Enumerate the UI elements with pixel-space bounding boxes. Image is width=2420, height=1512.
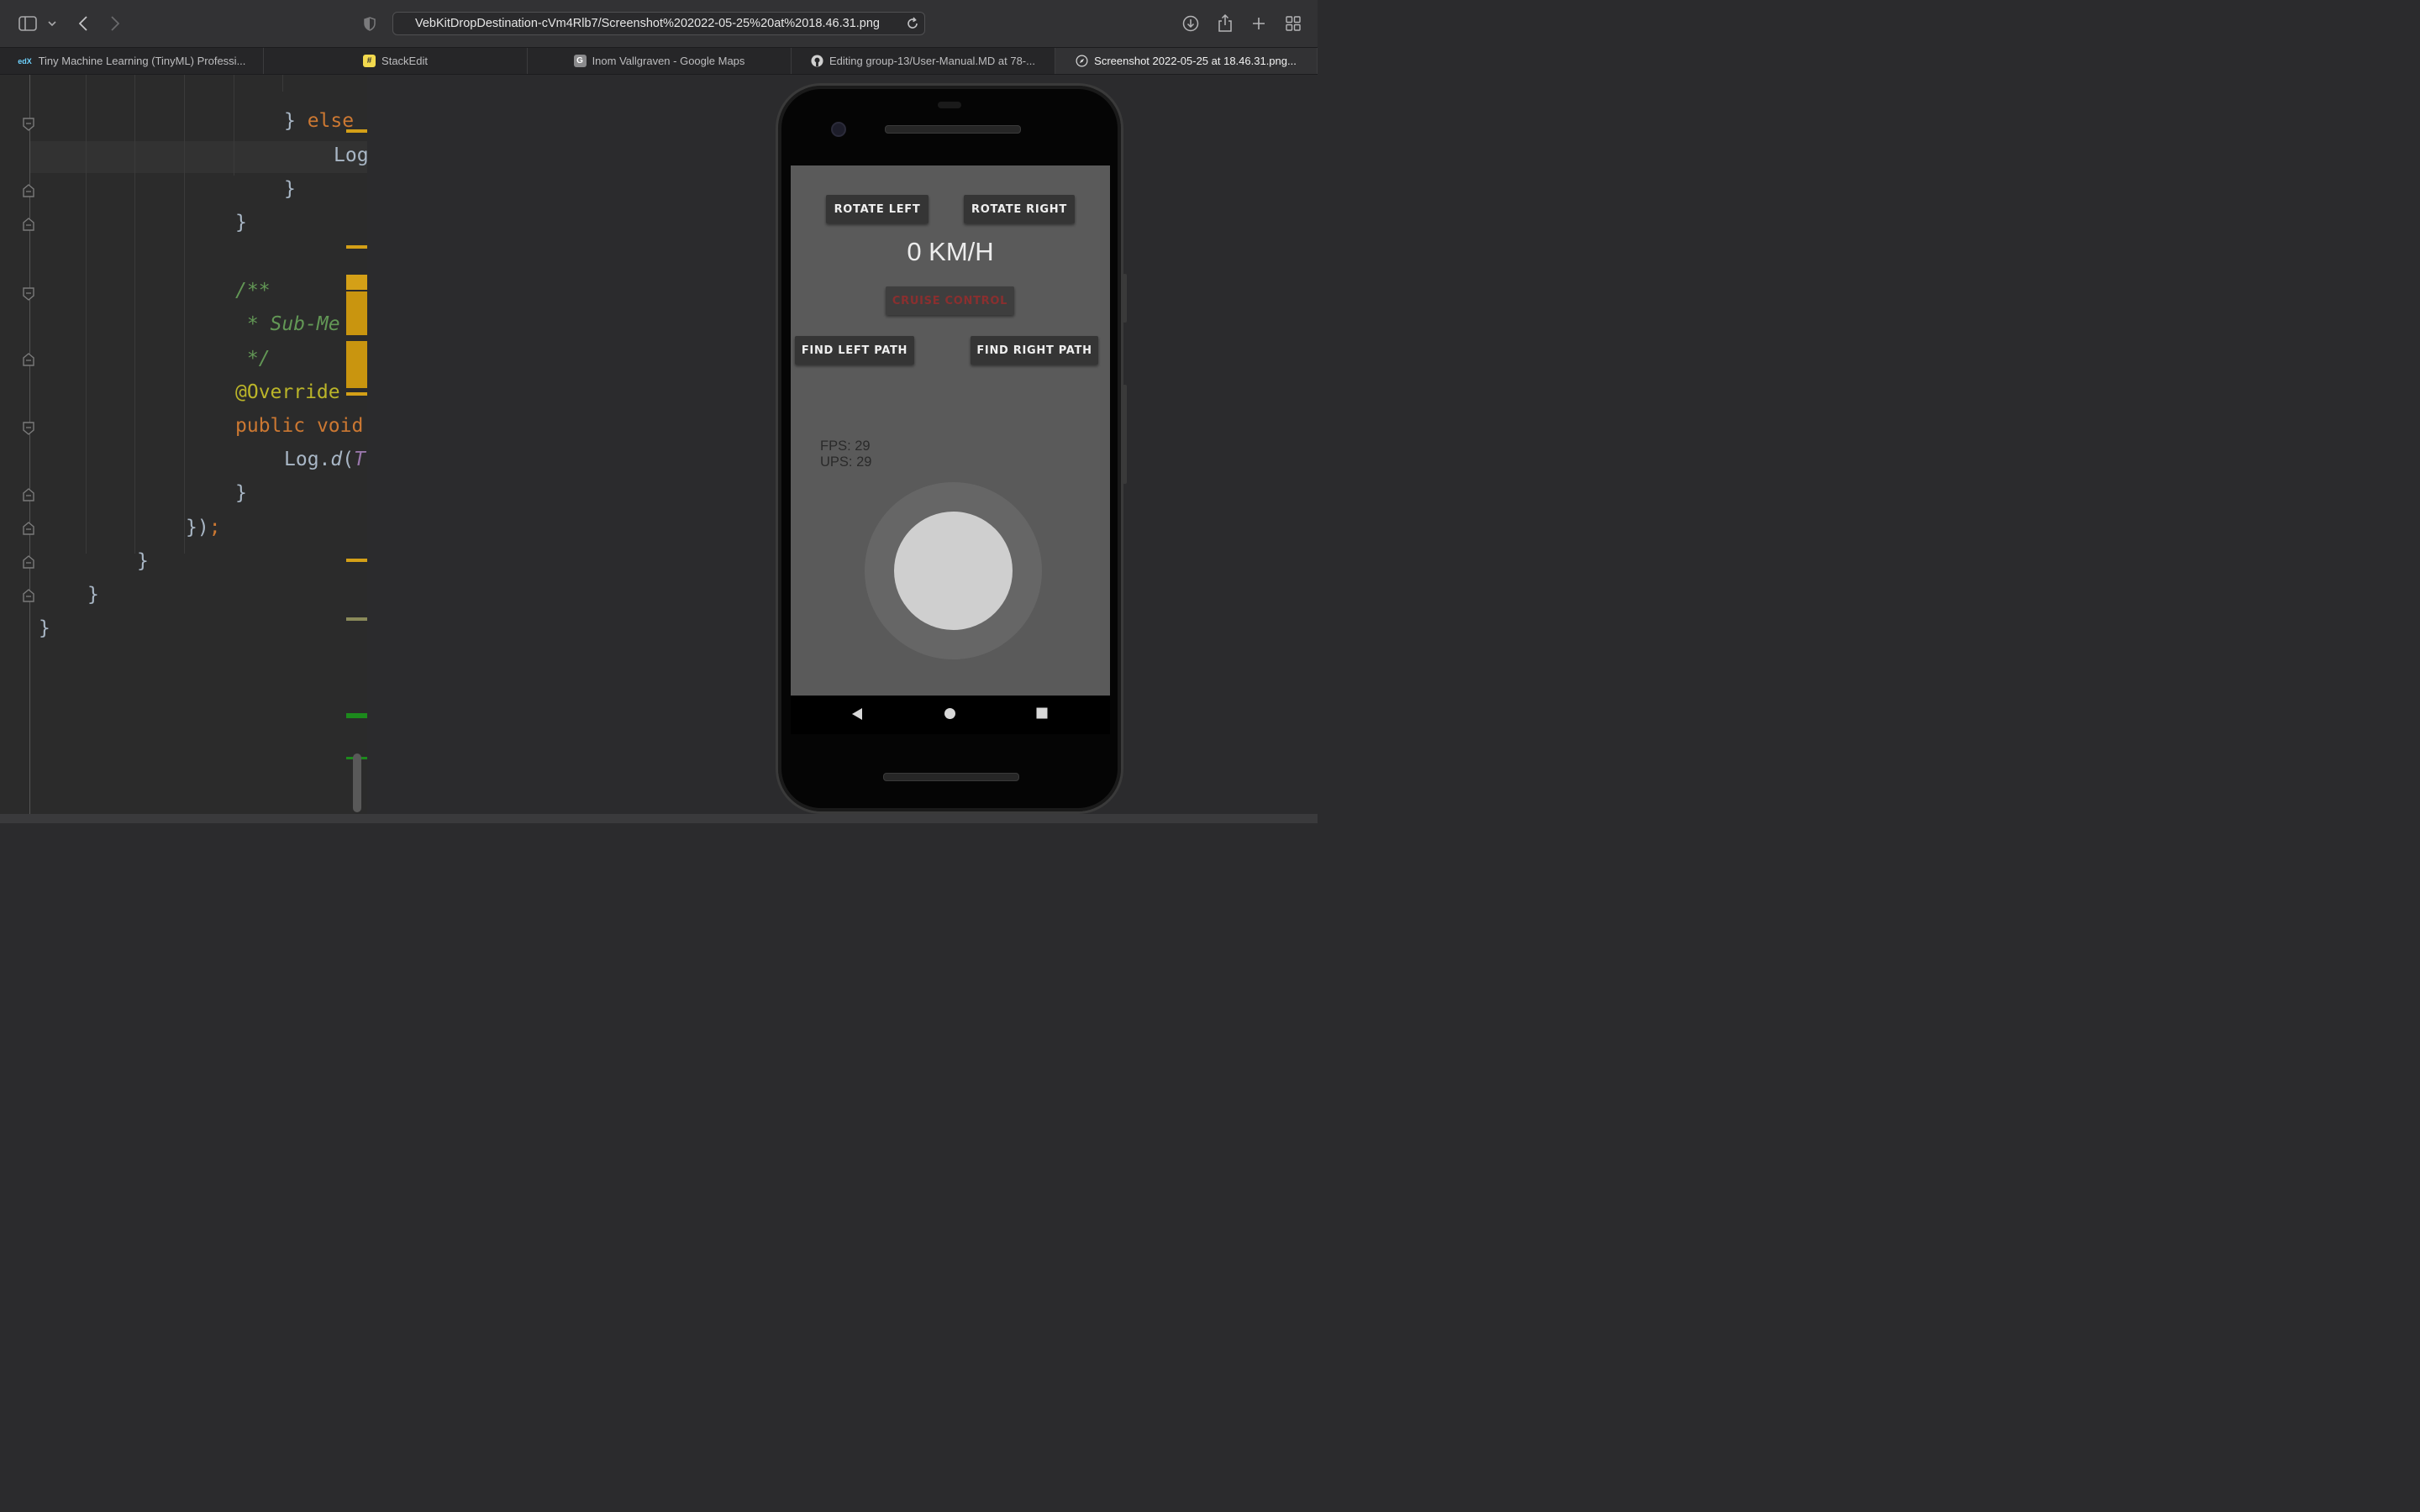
nav-recents-icon[interactable]: [1036, 707, 1048, 719]
code-line: }: [137, 550, 149, 572]
tab-tinyml[interactable]: edX Tiny Machine Learning (TinyML) Profe…: [0, 48, 264, 74]
find-right-path-button[interactable]: FIND RIGHT PATH: [971, 336, 1098, 365]
download-icon[interactable]: [1181, 12, 1201, 35]
nav-back-icon[interactable]: [851, 707, 863, 721]
shield-icon[interactable]: [362, 12, 377, 35]
edx-icon: edX: [18, 56, 32, 66]
editor-scrollbar-thumb[interactable]: [353, 753, 361, 812]
back-icon[interactable]: [76, 12, 91, 35]
code-token: public: [235, 415, 317, 437]
scroll-marker[interactable]: [346, 617, 367, 621]
fold-icon[interactable]: [23, 353, 34, 366]
url-text[interactable]: VebKitDropDestination-cVm4Rlb7/Screensho…: [415, 17, 880, 30]
code-token: void: [316, 415, 364, 437]
code-token: }: [284, 110, 308, 132]
code-comment: /**: [235, 280, 271, 302]
fold-icon[interactable]: [23, 522, 34, 535]
scroll-marker[interactable]: [346, 129, 367, 133]
fold-icon[interactable]: [23, 218, 34, 231]
current-line-highlight: [30, 141, 367, 173]
ups-label: UPS: 29: [820, 454, 872, 470]
sidebar-toggle-icon[interactable]: [17, 12, 39, 35]
code-line: }: [39, 617, 50, 639]
tab-label: Screenshot 2022-05-25 at 18.46.31.png...: [1094, 55, 1297, 67]
tab-overview-icon[interactable]: [1283, 12, 1303, 35]
new-tab-icon[interactable]: [1249, 12, 1268, 35]
scroll-marker[interactable]: [346, 713, 367, 718]
code-line: }: [87, 584, 99, 606]
chevron-down-icon[interactable]: [46, 12, 58, 35]
fps-label: FPS: 29: [820, 438, 871, 454]
tab-stackedit[interactable]: # StackEdit: [264, 48, 528, 74]
google-icon: G: [573, 55, 587, 67]
tab-label: StackEdit: [381, 55, 428, 67]
code-line: }: [284, 178, 296, 200]
code-token: T: [354, 449, 366, 470]
fold-icon[interactable]: [23, 422, 34, 435]
nav-home-icon[interactable]: [944, 707, 956, 720]
tab-bar: edX Tiny Machine Learning (TinyML) Profe…: [0, 47, 1318, 75]
code-line: Log.d(T: [284, 449, 366, 470]
code-comment: * Sub-Me: [235, 313, 340, 335]
fold-icon[interactable]: [23, 555, 34, 569]
address-bar[interactable]: VebKitDropDestination-cVm4Rlb7/Screensho…: [392, 12, 925, 35]
reload-icon[interactable]: [906, 17, 919, 34]
github-icon: [811, 55, 823, 67]
scroll-marker[interactable]: [346, 245, 367, 249]
code-editor[interactable]: } else Log } } /** * Sub-Me */ @Override…: [0, 75, 367, 814]
indent-guide: [282, 75, 283, 92]
code-line: Log: [334, 144, 367, 166]
code-line: } else: [284, 110, 354, 132]
code-token: d: [330, 449, 343, 470]
tab-screenshot[interactable]: Screenshot 2022-05-25 at 18.46.31.png...: [1055, 48, 1318, 74]
scroll-marker[interactable]: [346, 291, 367, 335]
scroll-marker[interactable]: [346, 392, 367, 396]
scroll-marker[interactable]: [346, 275, 367, 290]
code-comment: */: [235, 348, 271, 370]
code-line: }: [235, 482, 247, 504]
share-icon[interactable]: [1216, 12, 1234, 35]
code-token: (: [342, 449, 355, 470]
window-bottom-edge: [0, 814, 1318, 823]
rotate-left-button[interactable]: ROTATE LEFT: [826, 195, 929, 223]
phone-speaker: [885, 125, 1021, 134]
code-token: Log.: [284, 449, 331, 470]
phone-frame: ROTATE LEFT ROTATE RIGHT 0 KM/H CRUISE C…: [776, 83, 1123, 814]
code-annotation: @Override: [235, 381, 340, 403]
fold-icon[interactable]: [23, 488, 34, 501]
stackedit-icon: #: [363, 55, 376, 67]
fold-icon[interactable]: [23, 184, 34, 197]
speed-readout: 0 KM/H: [907, 237, 994, 266]
code-token: ;: [208, 517, 221, 538]
browser-toolbar: VebKitDropDestination-cVm4Rlb7/Screensho…: [0, 0, 1318, 47]
indent-guide: [134, 75, 135, 554]
scroll-marker[interactable]: [346, 341, 367, 388]
indent-guide: [86, 75, 87, 554]
fold-icon[interactable]: [23, 118, 34, 131]
joystick-knob[interactable]: [894, 512, 1013, 630]
indent-guide: [184, 75, 185, 554]
tab-label: Inom Vallgraven - Google Maps: [592, 55, 745, 67]
find-left-path-button[interactable]: FIND LEFT PATH: [795, 336, 914, 365]
tab-github[interactable]: Editing group-13/User-Manual.MD at 78-..…: [792, 48, 1055, 74]
tab-google-maps[interactable]: G Inom Vallgraven - Google Maps: [528, 48, 792, 74]
tab-label: Tiny Machine Learning (TinyML) Professi.…: [38, 55, 246, 67]
android-nav-bar: [791, 696, 1110, 734]
compass-icon: [1076, 55, 1088, 67]
code-line: });: [186, 517, 221, 538]
cruise-control-button[interactable]: CRUISE CONTROL: [886, 286, 1014, 315]
code-line: }: [235, 212, 247, 234]
forward-icon[interactable]: [108, 12, 123, 35]
app-screen: ROTATE LEFT ROTATE RIGHT 0 KM/H CRUISE C…: [791, 165, 1110, 696]
phone-sensor: [938, 102, 961, 108]
rotate-right-button[interactable]: ROTATE RIGHT: [964, 195, 1075, 223]
scroll-marker[interactable]: [346, 559, 367, 562]
phone-bottom-speaker: [883, 773, 1019, 781]
code-line: public void: [235, 415, 363, 437]
fold-icon[interactable]: [23, 589, 34, 602]
camera-icon: [831, 122, 846, 137]
code-token: }): [186, 517, 209, 538]
fold-icon[interactable]: [23, 287, 34, 301]
tab-label: Editing group-13/User-Manual.MD at 78-..…: [829, 55, 1035, 67]
